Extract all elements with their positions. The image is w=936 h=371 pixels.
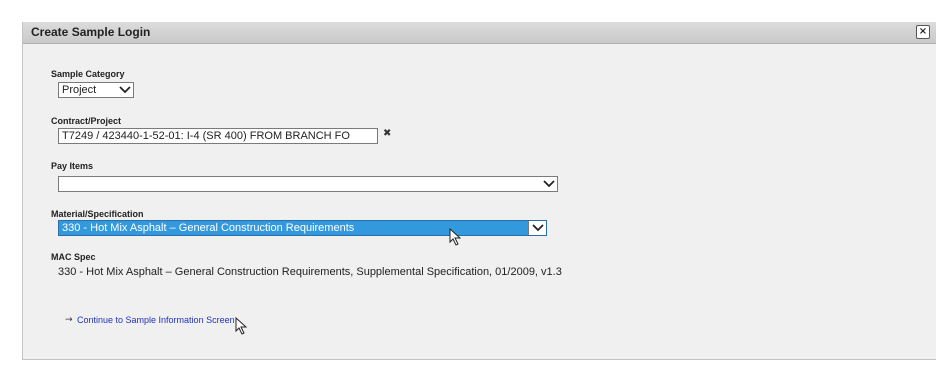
chevron-down-icon (117, 83, 133, 97)
material-specification-select[interactable]: 330 - Hot Mix Asphalt – General Construc… (58, 220, 547, 236)
page: Create Sample Login × Sample Category Pr… (0, 0, 936, 371)
continue-to-sample-information-link[interactable]: Continue to Sample Information Screen (77, 315, 235, 325)
mac-spec-value: 330 - Hot Mix Asphalt – General Construc… (58, 266, 562, 278)
create-sample-login-dialog: Create Sample Login × Sample Category Pr… (22, 22, 936, 360)
contract-project-value: T7249 / 423440-1-52-01: I-4 (SR 400) FRO… (62, 130, 350, 142)
mouse-cursor-icon (235, 317, 247, 335)
contract-project-field[interactable]: T7249 / 423440-1-52-01: I-4 (SR 400) FRO… (58, 128, 378, 144)
dialog-titlebar: Create Sample Login × (23, 22, 936, 44)
dialog-title: Create Sample Login (31, 25, 151, 39)
mac-spec-label: MAC Spec (51, 252, 96, 262)
close-button[interactable]: × (916, 25, 930, 39)
close-icon: × (918, 26, 928, 37)
sample-category-label: Sample Category (51, 69, 125, 79)
material-specification-value: 330 - Hot Mix Asphalt – General Construc… (62, 222, 355, 234)
arrow-right-icon: → (65, 315, 73, 325)
chevron-down-icon (528, 221, 546, 235)
material-specification-label: Material/Specification (51, 209, 144, 219)
sample-category-select[interactable]: Project (58, 82, 134, 98)
pay-items-label: Pay Items (51, 161, 94, 171)
sample-category-value: Project (62, 84, 97, 96)
clear-contract-icon[interactable]: ✖ (383, 128, 391, 139)
chevron-down-icon (541, 177, 557, 191)
contract-project-label: Contract/Project (51, 116, 122, 126)
pay-items-select[interactable] (58, 176, 558, 192)
mouse-cursor-icon (449, 228, 461, 246)
